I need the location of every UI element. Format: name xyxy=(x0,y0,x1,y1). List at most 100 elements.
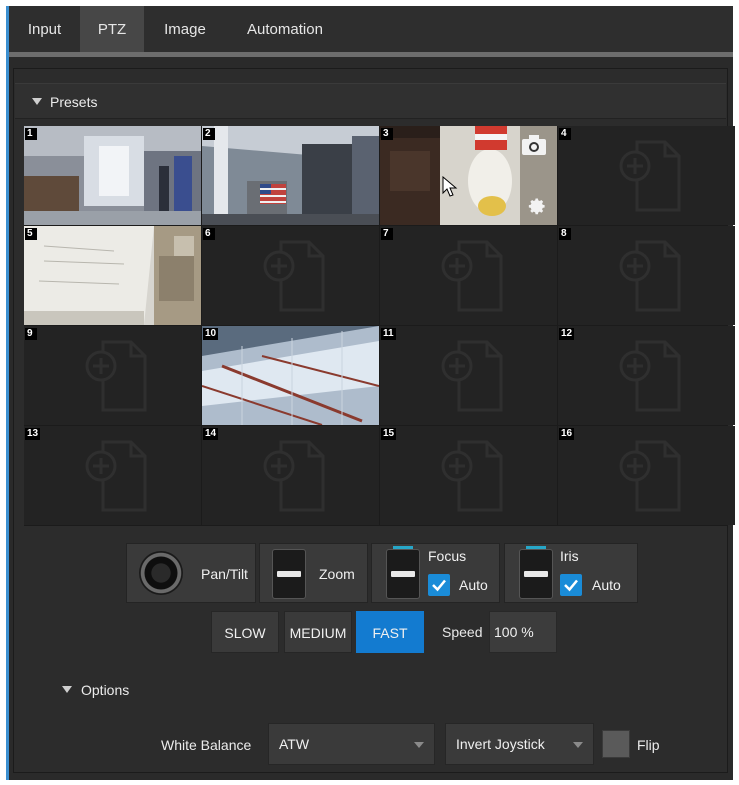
zoom-label: Zoom xyxy=(319,566,355,582)
tab-ptz[interactable]: PTZ xyxy=(80,6,144,54)
iris-slider[interactable] xyxy=(519,546,553,599)
slider-indicator xyxy=(526,546,546,549)
preset-number: 13 xyxy=(25,428,41,440)
pan-tilt-label: Pan/Tilt xyxy=(201,566,248,582)
chevron-down-icon xyxy=(414,742,424,748)
collapse-triangle-icon xyxy=(62,686,72,693)
preset-cell-4[interactable]: 4 xyxy=(558,126,735,225)
ptz-panel-window: Input PTZ Image Automation Presets 1 2 3… xyxy=(6,6,735,780)
preset-cell-5[interactable]: 5 xyxy=(24,226,201,325)
camera-icon[interactable] xyxy=(521,134,547,156)
focus-auto-checkbox[interactable] xyxy=(428,574,450,596)
invert-joystick-dropdown[interactable]: Invert Joystick xyxy=(445,723,594,765)
speed-value-input[interactable]: 100 % xyxy=(489,611,557,653)
preset-cell-1[interactable]: 1 xyxy=(24,126,201,225)
preset-number: 12 xyxy=(559,328,575,340)
checkmark-icon xyxy=(432,579,446,592)
preset-thumbnail-image xyxy=(24,226,201,325)
preset-thumbnail-image xyxy=(202,126,379,225)
empty-preset-placeholder-icon xyxy=(441,240,502,311)
preset-number: 15 xyxy=(381,428,397,440)
speed-fast-button[interactable]: FAST xyxy=(356,611,424,653)
preset-number: 1 xyxy=(25,128,37,140)
collapse-triangle-icon xyxy=(32,98,42,105)
speed-slow-button[interactable]: SLOW xyxy=(211,611,279,653)
focus-slider[interactable] xyxy=(386,546,420,599)
tab-automation[interactable]: Automation xyxy=(237,6,333,54)
preset-cell-2[interactable]: 2 xyxy=(202,126,379,225)
preset-cell-3[interactable]: 3 xyxy=(380,126,557,225)
slider-handle[interactable] xyxy=(277,571,301,577)
empty-preset-placeholder-icon xyxy=(85,340,146,411)
iris-label: Iris xyxy=(560,548,579,564)
preset-number: 6 xyxy=(203,228,215,240)
preset-number: 5 xyxy=(25,228,37,240)
gear-icon[interactable] xyxy=(525,195,547,217)
preset-cell-11[interactable]: 11 xyxy=(380,326,557,425)
preset-number: 9 xyxy=(25,328,37,340)
slider-indicator xyxy=(393,546,413,549)
preset-cell-6[interactable]: 6 xyxy=(202,226,379,325)
tab-image[interactable]: Image xyxy=(155,6,215,54)
empty-preset-placeholder-icon xyxy=(85,440,146,511)
preset-number: 4 xyxy=(559,128,571,140)
empty-preset-placeholder-icon xyxy=(619,140,680,211)
flip-checkbox[interactable] xyxy=(602,730,630,758)
preset-number: 2 xyxy=(203,128,215,140)
tab-bar: Input PTZ Image Automation xyxy=(9,6,733,57)
flip-label: Flip xyxy=(637,737,660,753)
speed-medium-button[interactable]: MEDIUM xyxy=(284,611,352,653)
preset-cell-10[interactable]: 10 xyxy=(202,326,379,425)
empty-preset-placeholder-icon xyxy=(441,440,502,511)
invert-joystick-value: Invert Joystick xyxy=(456,736,545,752)
tab-input[interactable]: Input xyxy=(17,6,72,54)
preset-cell-8[interactable]: 8 xyxy=(558,226,735,325)
preset-number: 10 xyxy=(203,328,219,340)
preset-number: 14 xyxy=(203,428,219,440)
preset-cell-15[interactable]: 15 xyxy=(380,426,557,525)
preset-number: 3 xyxy=(381,128,393,140)
focus-control[interactable]: Focus Auto xyxy=(371,543,500,603)
empty-preset-placeholder-icon xyxy=(619,340,680,411)
speed-label: Speed xyxy=(442,624,483,640)
focus-auto-label: Auto xyxy=(459,577,488,593)
ptz-content-panel: Presets 1 2 3 4 5 6 7 8 9 10 11 12 13 14… xyxy=(13,68,735,773)
preset-cell-12[interactable]: 12 xyxy=(558,326,735,425)
preset-number: 7 xyxy=(381,228,393,240)
empty-preset-placeholder-icon xyxy=(619,240,680,311)
preset-cell-16[interactable]: 16 xyxy=(558,426,735,525)
ptz-control-strip: Pan/Tilt Zoom Focus Auto Iris Auto xyxy=(126,543,642,603)
empty-preset-placeholder-icon xyxy=(263,240,324,311)
chevron-down-icon xyxy=(573,742,583,748)
preset-cell-14[interactable]: 14 xyxy=(202,426,379,525)
preset-cell-9[interactable]: 9 xyxy=(24,326,201,425)
iris-auto-checkbox[interactable] xyxy=(560,574,582,596)
white-balance-label: White Balance xyxy=(161,737,252,753)
presets-header[interactable]: Presets xyxy=(15,83,726,119)
focus-label: Focus xyxy=(428,548,467,564)
presets-title: Presets xyxy=(50,94,98,110)
pan-tilt-joystick-icon[interactable] xyxy=(139,551,183,595)
iris-auto-label: Auto xyxy=(592,577,621,593)
preset-thumbnail-image xyxy=(202,326,379,425)
white-balance-dropdown[interactable]: ATW xyxy=(268,723,435,765)
empty-preset-placeholder-icon xyxy=(441,340,502,411)
preset-number: 11 xyxy=(381,328,396,340)
preset-cell-7[interactable]: 7 xyxy=(380,226,557,325)
zoom-slider[interactable] xyxy=(272,549,306,599)
presets-grid: 1 2 3 4 5 6 7 8 9 10 11 12 13 14 15 16 xyxy=(24,126,735,526)
options-title: Options xyxy=(81,682,130,698)
preset-cell-13[interactable]: 13 xyxy=(24,426,201,525)
zoom-control[interactable]: Zoom xyxy=(259,543,368,603)
slider-handle[interactable] xyxy=(524,571,548,577)
iris-control[interactable]: Iris Auto xyxy=(504,543,638,603)
mouse-cursor-icon xyxy=(442,176,458,197)
preset-number: 16 xyxy=(559,428,575,440)
pan-tilt-control[interactable]: Pan/Tilt xyxy=(126,543,256,603)
preset-number: 8 xyxy=(559,228,571,240)
preset-thumbnail-image xyxy=(24,126,201,225)
slider-handle[interactable] xyxy=(391,571,415,577)
empty-preset-placeholder-icon xyxy=(619,440,680,511)
empty-preset-placeholder-icon xyxy=(263,440,324,511)
checkmark-icon xyxy=(564,579,578,592)
